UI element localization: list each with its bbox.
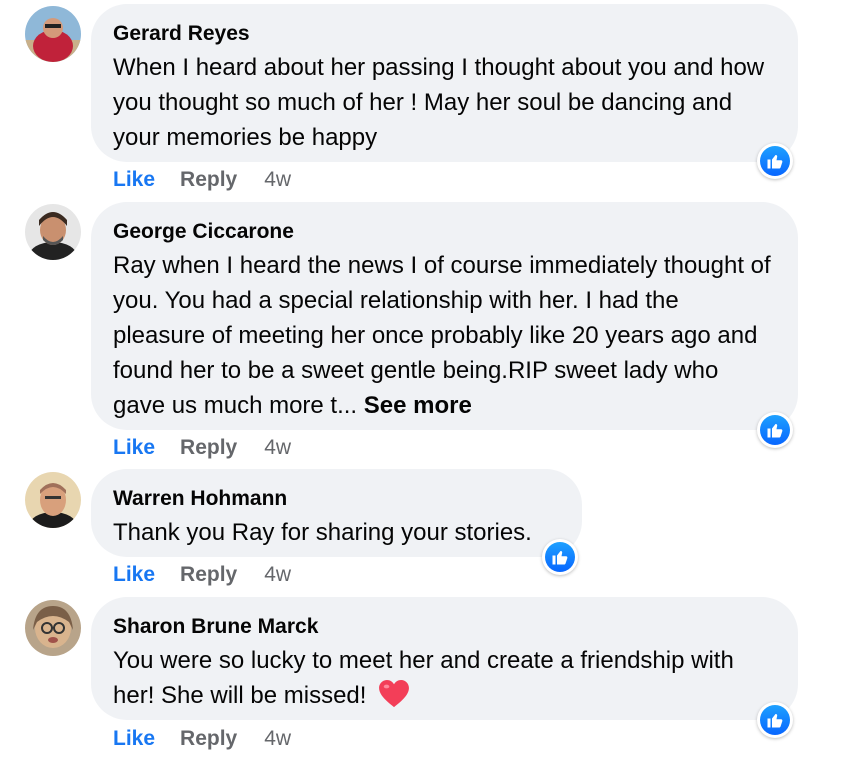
comment-text: You were so lucky to meet her and create… bbox=[113, 643, 776, 718]
comment-timestamp[interactable]: 4w bbox=[264, 726, 291, 752]
like-button[interactable]: Like bbox=[113, 726, 155, 752]
reply-button[interactable]: Reply bbox=[180, 726, 237, 752]
see-more-link[interactable]: See more bbox=[364, 392, 472, 419]
comment-timestamp[interactable]: 4w bbox=[264, 562, 291, 588]
comment-author[interactable]: Gerard Reyes bbox=[113, 21, 776, 47]
reply-button[interactable]: Reply bbox=[180, 435, 237, 461]
comment-text: Ray when I heard the news I of course im… bbox=[113, 248, 776, 423]
like-icon bbox=[760, 415, 790, 445]
comment-text: When I heard about her passing I thought… bbox=[113, 54, 765, 151]
avatar[interactable] bbox=[25, 472, 81, 528]
comment-text-body: You were so lucky to meet her and create… bbox=[113, 647, 734, 709]
reaction-badge[interactable] bbox=[757, 702, 793, 738]
reaction-badge[interactable] bbox=[757, 412, 793, 448]
like-button[interactable]: Like bbox=[113, 562, 155, 588]
comment-actions: Like Reply 4w bbox=[113, 562, 291, 588]
reaction-badge[interactable] bbox=[542, 539, 578, 575]
reply-button[interactable]: Reply bbox=[180, 167, 237, 193]
heart-emoji bbox=[379, 680, 410, 718]
comment-text: Thank you Ray for sharing your stories. bbox=[113, 519, 532, 546]
reply-button[interactable]: Reply bbox=[180, 562, 237, 588]
comment-actions: Like Reply 4w bbox=[113, 726, 291, 752]
comment-bubble: Sharon Brune Marck You were so lucky to … bbox=[91, 597, 798, 720]
comment-bubble: George Ciccarone Ray when I heard the ne… bbox=[91, 202, 798, 430]
comment-timestamp[interactable]: 4w bbox=[264, 435, 291, 461]
avatar[interactable] bbox=[25, 204, 81, 260]
comment-actions: Like Reply 4w bbox=[113, 435, 291, 461]
comment-author[interactable]: George Ciccarone bbox=[113, 219, 776, 245]
comment-actions: Like Reply 4w bbox=[113, 167, 291, 193]
like-button[interactable]: Like bbox=[113, 167, 155, 193]
like-button[interactable]: Like bbox=[113, 435, 155, 461]
comment-timestamp[interactable]: 4w bbox=[264, 167, 291, 193]
comment-bubble: Warren Hohmann Thank you Ray for sharing… bbox=[91, 469, 582, 557]
avatar[interactable] bbox=[25, 6, 81, 62]
like-icon bbox=[760, 146, 790, 176]
reaction-badge[interactable] bbox=[757, 143, 793, 179]
comment-author[interactable]: Warren Hohmann bbox=[113, 486, 560, 512]
avatar[interactable] bbox=[25, 600, 81, 656]
comment-bubble: Gerard Reyes When I heard about her pass… bbox=[91, 4, 798, 162]
like-icon bbox=[760, 705, 790, 735]
comment-author[interactable]: Sharon Brune Marck bbox=[113, 614, 776, 640]
like-icon bbox=[545, 542, 575, 572]
